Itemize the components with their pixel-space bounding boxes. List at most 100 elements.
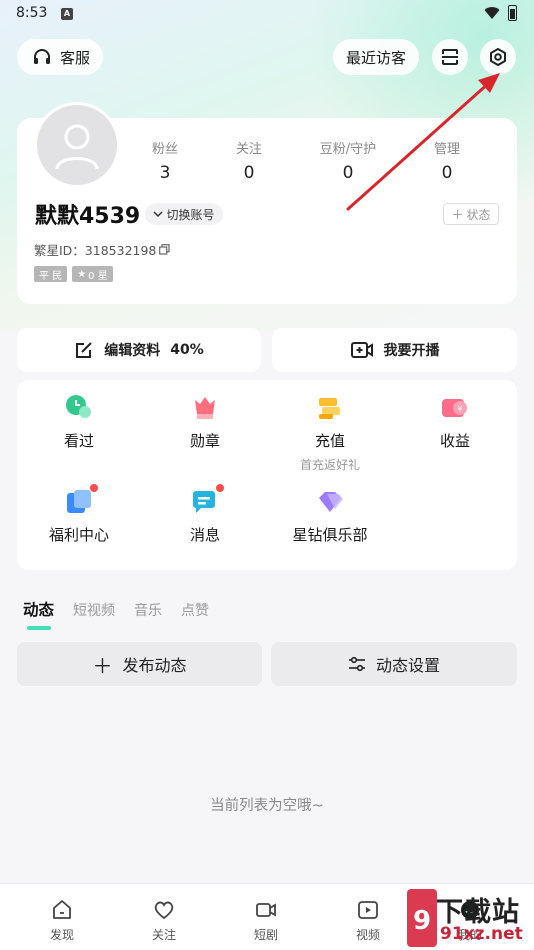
scan-button[interactable] [432, 39, 468, 75]
gear-icon [490, 48, 506, 66]
moment-settings-label: 动态设置 [375, 656, 440, 675]
chevron-down-icon [153, 211, 164, 218]
battery-icon [508, 5, 517, 21]
stat-value: 3 [159, 163, 171, 183]
star-id-text: 繁星ID：318532198 [34, 243, 157, 258]
grid-item-welfare[interactable]: 福利中心 [29, 484, 129, 545]
stat-value: 0 [342, 163, 354, 183]
empty-list-message: 当前列表为空哦~ [210, 798, 324, 814]
nav-label: 关注 [151, 928, 176, 942]
recent-visitors-button[interactable]: 最近访客 [333, 39, 419, 75]
stat-label: 关注 [235, 142, 262, 157]
grid-label: 看过 [63, 432, 94, 450]
stat-admins[interactable]: 管理 0 [407, 138, 487, 183]
publish-moment-button[interactable]: ＋ 发布动态 [17, 642, 262, 686]
grid-label: 消息 [189, 526, 220, 544]
stat-value: 0 [243, 163, 255, 183]
grid-item-earnings[interactable]: ¥ 收益 [405, 394, 505, 451]
copy-icon[interactable] [159, 244, 170, 255]
diamond-icon [316, 488, 344, 516]
customer-service-button[interactable]: 客服 [17, 39, 103, 75]
edit-icon [76, 342, 92, 358]
grid-item-history[interactable]: 看过 [29, 394, 129, 451]
stat-label: 豆粉/守护 [319, 142, 377, 157]
settings-button[interactable] [480, 39, 516, 75]
message-icon [191, 484, 224, 516]
clock-icon [65, 394, 93, 422]
grid-item-medals[interactable]: 勋章 [155, 394, 255, 451]
star-id: 繁星ID：318532198 [34, 240, 170, 259]
nav-following[interactable]: 关注 [134, 898, 194, 943]
stat-label: 粉丝 [151, 142, 178, 157]
star-badge: ★ 0 星 [72, 266, 113, 282]
rank-badge: 平 民 [34, 266, 68, 282]
nav-short-drama[interactable]: 短剧 [236, 898, 296, 943]
red-dot-badge [216, 484, 224, 492]
start-live-button[interactable]: 我要开播 [272, 328, 517, 372]
video-icon [256, 903, 276, 917]
publish-moment-label: 发布动态 [122, 656, 187, 675]
status-button[interactable]: ＋ 状态 [443, 203, 499, 225]
stat-fans[interactable]: 粉丝 3 [125, 138, 205, 183]
username: 默默4539 [35, 204, 141, 229]
content-tabs: 动态 短视频 音乐 点赞 [23, 598, 209, 620]
svg-text:9: 9 [413, 906, 431, 936]
tab-music[interactable]: 音乐 [134, 600, 162, 620]
grid-sublabel: 首充返好礼 [299, 458, 360, 472]
status-label: 状态 [466, 207, 491, 222]
status-time: 8:53 [16, 5, 48, 21]
grid-item-diamond-club[interactable]: 星钻俱乐部 [280, 488, 380, 545]
profile-completion: 40% [170, 342, 204, 358]
nav-discover[interactable]: 发现 [32, 898, 92, 943]
coins-icon [316, 394, 344, 422]
stat-following[interactable]: 关注 0 [209, 138, 289, 183]
nav-label: 视频 [355, 928, 380, 942]
nav-label: 发现 [49, 928, 74, 942]
tab-moments[interactable]: 动态 [23, 598, 54, 620]
nav-label: 短剧 [253, 928, 278, 942]
play-icon [358, 901, 378, 919]
grid-item-messages[interactable]: 消息 [155, 484, 255, 545]
tab-short-videos[interactable]: 短视频 [73, 600, 115, 620]
headset-icon [34, 49, 50, 64]
plus-icon: ＋ [92, 653, 113, 678]
notification-icon: A [61, 8, 73, 20]
video-camera-icon [350, 342, 373, 358]
stat-guardians[interactable]: 豆粉/守护 0 [308, 138, 388, 183]
medal-icon [191, 394, 219, 422]
tab-likes[interactable]: 点赞 [181, 600, 209, 620]
status-bar: 8:53 A [0, 0, 534, 28]
wallet-icon: ¥ [441, 394, 469, 422]
scan-icon [442, 49, 458, 65]
stat-label: 管理 [433, 142, 460, 157]
grid-label: 勋章 [189, 432, 220, 450]
welfare-icon [65, 484, 98, 516]
switch-account-label: 切换账号 [166, 207, 215, 222]
user-silhouette-icon [55, 124, 99, 170]
wifi-icon [484, 7, 500, 20]
watermark-url: 91xz.net [440, 924, 523, 944]
grid-item-recharge[interactable]: 充值 首充返好礼 [280, 394, 380, 473]
sliders-icon [348, 656, 365, 672]
customer-service-label: 客服 [60, 48, 91, 67]
red-dot-badge [90, 484, 98, 492]
recent-visitors-label: 最近访客 [345, 48, 406, 67]
plus-icon: ＋ [451, 207, 464, 222]
avatar[interactable] [34, 102, 120, 188]
edit-profile-label: 编辑资料 [104, 343, 161, 359]
nav-video[interactable]: 视频 [338, 898, 398, 943]
stat-value: 0 [441, 163, 453, 183]
active-tab-indicator [27, 626, 51, 630]
heart-icon [154, 901, 174, 920]
switch-account-button[interactable]: 切换账号 [145, 203, 223, 225]
grid-label: 收益 [439, 432, 470, 450]
moment-settings-button[interactable]: 动态设置 [271, 642, 517, 686]
star-icon: ★ [77, 268, 87, 280]
start-live-label: 我要开播 [383, 343, 440, 359]
grid-label: 充值 [314, 432, 345, 450]
star-badge-label: 0 星 [88, 270, 108, 282]
edit-profile-button[interactable]: 编辑资料 40% [17, 328, 261, 372]
home-icon [53, 900, 71, 919]
grid-label: 福利中心 [48, 526, 109, 544]
grid-label: 星钻俱乐部 [292, 526, 368, 544]
